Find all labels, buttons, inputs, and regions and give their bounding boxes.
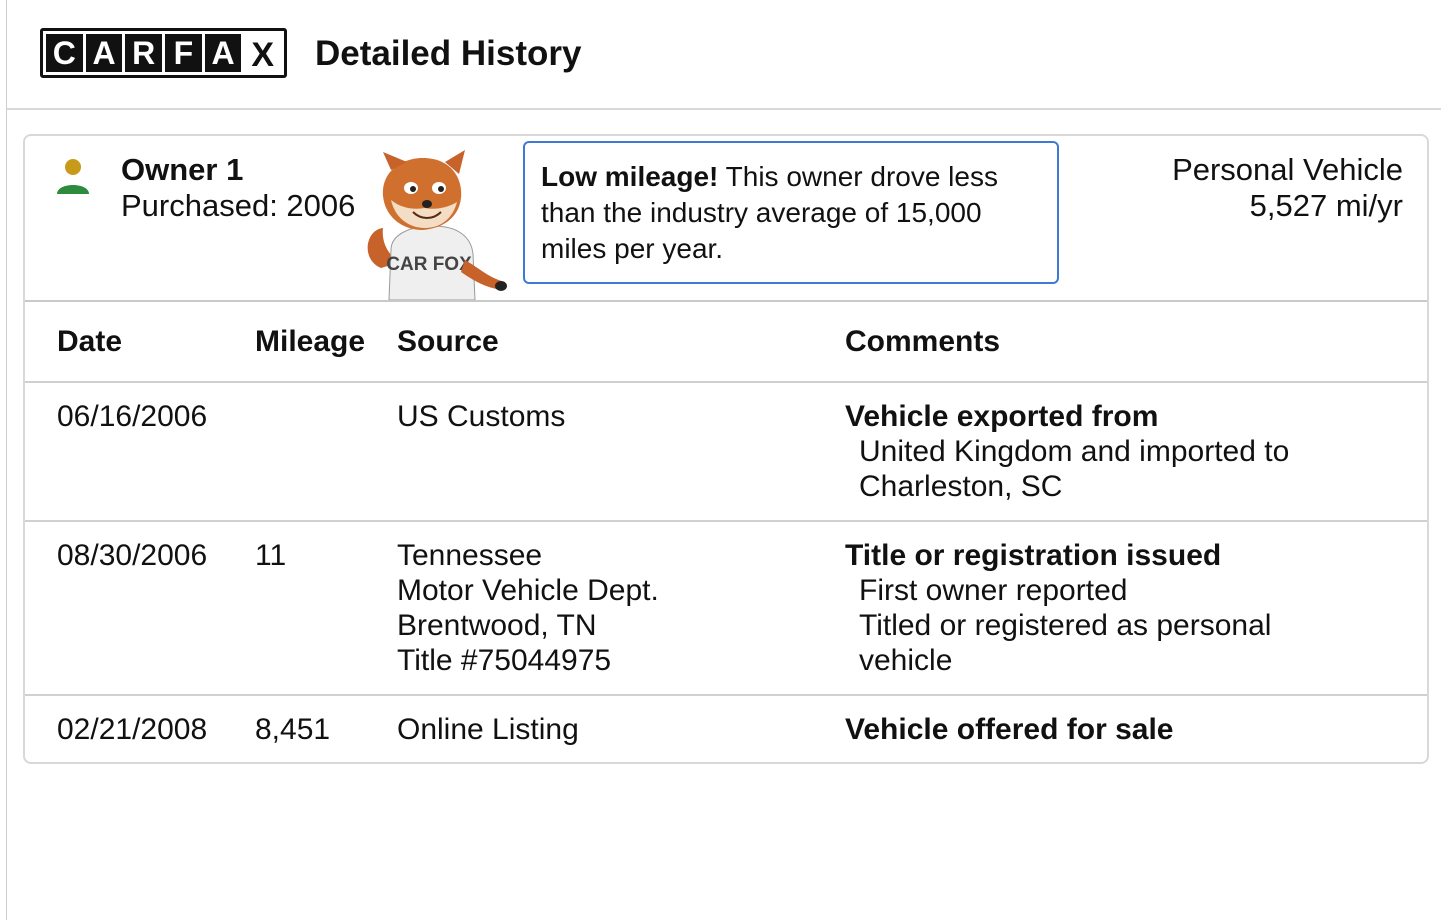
- comment-line: Titled or registered as personal: [859, 609, 1272, 642]
- carfax-logo: C A R F A X: [40, 28, 287, 78]
- table-row: 02/21/2008 8,451 Online Listing Vehicle …: [25, 695, 1427, 762]
- person-icon: [57, 159, 89, 194]
- comment-line: Charleston, SC: [859, 470, 1063, 503]
- column-header-date: Date: [25, 302, 255, 383]
- source-line: Tennessee: [397, 539, 543, 572]
- logo-letter: F: [165, 34, 202, 72]
- row-comments: Title or registration issued First owner…: [845, 521, 1427, 696]
- table-row: 06/16/2006 US Customs Vehicle exported f…: [25, 382, 1427, 522]
- table-row: 08/30/2006 11 Tennessee Motor Vehicle De…: [25, 521, 1427, 696]
- row-comments: Vehicle offered for sale: [845, 695, 1427, 762]
- comment-heading: Vehicle exported from: [845, 400, 1159, 433]
- source-line: Motor Vehicle Dept.: [397, 574, 659, 607]
- vehicle-usage-summary: Personal Vehicle 5,527 mi/yr: [1172, 152, 1403, 224]
- page-left-border: [6, 0, 7, 920]
- logo-letter: C: [46, 34, 83, 72]
- row-date: 08/30/2006: [25, 521, 255, 696]
- vehicle-type: Personal Vehicle: [1172, 152, 1403, 187]
- owner-purchased-year: Purchased: 2006: [121, 188, 356, 223]
- page-header: C A R F A X Detailed History: [7, 0, 1441, 110]
- callout-heading: Low mileage!: [541, 161, 719, 192]
- comment-heading: Vehicle offered for sale: [845, 713, 1174, 746]
- logo-letter: A: [204, 34, 242, 72]
- logo-letter: X: [244, 34, 282, 72]
- mascot-shirt-text: CAR FOX: [386, 254, 472, 275]
- row-mileage: 8,451: [255, 713, 331, 746]
- comment-line: vehicle: [859, 644, 953, 677]
- row-source: US Customs: [395, 382, 845, 522]
- owner-history-card: Owner 1 Purchased: 2006 CAR FOX Low mile…: [23, 134, 1429, 764]
- source-line: US Customs: [397, 400, 566, 433]
- carfox-mascot-icon: CAR FOX: [367, 150, 507, 300]
- comment-line: First owner reported: [859, 574, 1128, 607]
- page-title: Detailed History: [315, 34, 582, 73]
- column-header-source: Source: [395, 302, 845, 383]
- row-mileage: [255, 382, 395, 522]
- owner-name: Owner 1: [121, 152, 244, 187]
- source-line: Brentwood, TN: [397, 609, 597, 642]
- owner-summary: Owner 1 Purchased: 2006 CAR FOX Low mile…: [25, 136, 1427, 302]
- row-source: Online Listing: [395, 695, 845, 762]
- table-header-row: Date Mileage Source Comments: [25, 302, 1427, 383]
- comment-line: United Kingdom and imported to: [859, 435, 1290, 468]
- logo-letter: R: [125, 34, 163, 72]
- row-date: 02/21/2008: [57, 713, 208, 746]
- column-header-mileage: Mileage: [255, 302, 395, 383]
- annual-mileage: 5,527 mi/yr: [1249, 188, 1403, 223]
- column-header-comments: Comments: [845, 302, 1427, 383]
- row-date: 06/16/2006: [25, 382, 255, 522]
- row-source: Tennessee Motor Vehicle Dept. Brentwood,…: [395, 521, 845, 696]
- low-mileage-callout: Low mileage! This owner drove less than …: [523, 141, 1059, 284]
- source-line: Online Listing: [397, 713, 579, 746]
- row-comments: Vehicle exported from United Kingdom and…: [845, 382, 1427, 522]
- comment-heading: Title or registration issued: [845, 539, 1222, 572]
- row-mileage: 11: [255, 521, 395, 696]
- source-line: Title #75044975: [397, 644, 612, 677]
- logo-letter: A: [85, 34, 123, 72]
- history-table: Date Mileage Source Comments 06/16/2006 …: [25, 302, 1427, 762]
